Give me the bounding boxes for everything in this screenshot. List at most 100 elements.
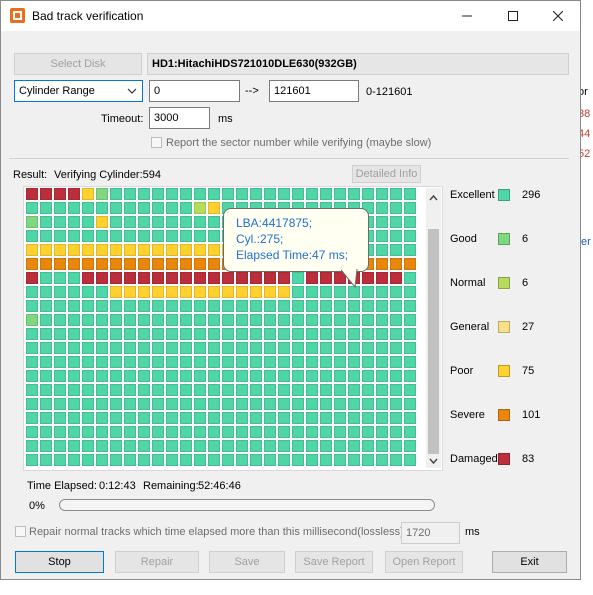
track-cell[interactable] (26, 356, 38, 368)
track-cell[interactable] (376, 356, 388, 368)
track-cell[interactable] (96, 230, 108, 242)
track-cell[interactable] (96, 314, 108, 326)
track-cell[interactable] (292, 454, 304, 466)
track-cell[interactable] (138, 258, 150, 270)
track-cell[interactable] (404, 412, 416, 424)
track-cell[interactable] (82, 258, 94, 270)
track-cell[interactable] (54, 328, 66, 340)
track-cell[interactable] (40, 272, 52, 284)
track-cell[interactable] (334, 328, 346, 340)
track-cell[interactable] (54, 216, 66, 228)
track-cell[interactable] (152, 454, 164, 466)
track-cell[interactable] (348, 426, 360, 438)
detailed-info-button[interactable]: Detailed Info (352, 165, 421, 183)
track-cell[interactable] (264, 328, 276, 340)
track-cell[interactable] (138, 356, 150, 368)
track-cell[interactable] (334, 342, 346, 354)
track-cell[interactable] (180, 342, 192, 354)
track-cell[interactable] (376, 370, 388, 382)
track-cell[interactable] (292, 426, 304, 438)
track-cell[interactable] (110, 384, 122, 396)
track-cell[interactable] (82, 426, 94, 438)
track-cell[interactable] (362, 454, 374, 466)
track-cell[interactable] (264, 412, 276, 424)
track-cell[interactable] (250, 328, 262, 340)
track-cell[interactable] (180, 202, 192, 214)
track-cell[interactable] (96, 384, 108, 396)
track-cell[interactable] (96, 188, 108, 200)
track-cell[interactable] (124, 202, 136, 214)
track-cell[interactable] (320, 412, 332, 424)
track-cell[interactable] (180, 398, 192, 410)
stop-button[interactable]: Stop (15, 551, 104, 573)
track-cell[interactable] (404, 370, 416, 382)
track-cell[interactable] (390, 300, 402, 312)
track-cell[interactable] (166, 300, 178, 312)
track-cell[interactable] (138, 454, 150, 466)
save-button[interactable]: Save (209, 551, 285, 573)
track-cell[interactable] (306, 412, 318, 424)
track-cell[interactable] (26, 426, 38, 438)
track-cell[interactable] (208, 202, 220, 214)
track-cell[interactable] (264, 356, 276, 368)
track-cell[interactable] (264, 342, 276, 354)
track-cell[interactable] (82, 300, 94, 312)
track-cell[interactable] (334, 398, 346, 410)
select-disk-button[interactable]: Select Disk (14, 53, 142, 75)
track-cell[interactable] (222, 356, 234, 368)
track-cell[interactable] (320, 314, 332, 326)
track-cell[interactable] (138, 286, 150, 298)
track-cell[interactable] (320, 272, 332, 284)
track-cell[interactable] (138, 314, 150, 326)
track-cell[interactable] (110, 440, 122, 452)
track-cell[interactable] (376, 202, 388, 214)
track-cell[interactable] (166, 328, 178, 340)
track-cell[interactable] (292, 412, 304, 424)
track-cell[interactable] (40, 426, 52, 438)
track-cell[interactable] (110, 454, 122, 466)
track-cell[interactable] (264, 440, 276, 452)
track-cell[interactable] (292, 286, 304, 298)
track-cell[interactable] (26, 202, 38, 214)
track-cell[interactable] (404, 356, 416, 368)
track-cell[interactable] (278, 300, 290, 312)
track-cell[interactable] (390, 370, 402, 382)
track-cell[interactable] (82, 314, 94, 326)
track-cell[interactable] (334, 300, 346, 312)
save-report-button[interactable]: Save Report (295, 551, 373, 573)
track-cell[interactable] (390, 384, 402, 396)
track-cell[interactable] (110, 342, 122, 354)
track-cell[interactable] (40, 286, 52, 298)
track-cell[interactable] (152, 272, 164, 284)
track-cell[interactable] (68, 426, 80, 438)
track-cell[interactable] (404, 300, 416, 312)
track-cell[interactable] (54, 258, 66, 270)
track-cell[interactable] (348, 188, 360, 200)
track-cell[interactable] (320, 356, 332, 368)
track-cell[interactable] (208, 356, 220, 368)
exit-button[interactable]: Exit (492, 551, 567, 573)
track-cell[interactable] (54, 440, 66, 452)
track-cell[interactable] (278, 384, 290, 396)
track-cell[interactable] (194, 342, 206, 354)
track-cell[interactable] (250, 356, 262, 368)
track-cell[interactable] (222, 370, 234, 382)
track-cell[interactable] (376, 412, 388, 424)
track-cell[interactable] (348, 370, 360, 382)
track-cell[interactable] (390, 426, 402, 438)
track-cell[interactable] (306, 426, 318, 438)
track-cell[interactable] (292, 342, 304, 354)
track-cell[interactable] (26, 370, 38, 382)
track-cell[interactable] (306, 188, 318, 200)
track-cell[interactable] (82, 216, 94, 228)
track-cell[interactable] (390, 202, 402, 214)
track-cell[interactable] (194, 328, 206, 340)
track-cell[interactable] (362, 370, 374, 382)
track-cell[interactable] (222, 314, 234, 326)
track-cell[interactable] (194, 188, 206, 200)
track-cell[interactable] (250, 300, 262, 312)
track-cell[interactable] (264, 426, 276, 438)
track-cell[interactable] (54, 412, 66, 424)
track-cell[interactable] (110, 398, 122, 410)
track-cell[interactable] (236, 286, 248, 298)
